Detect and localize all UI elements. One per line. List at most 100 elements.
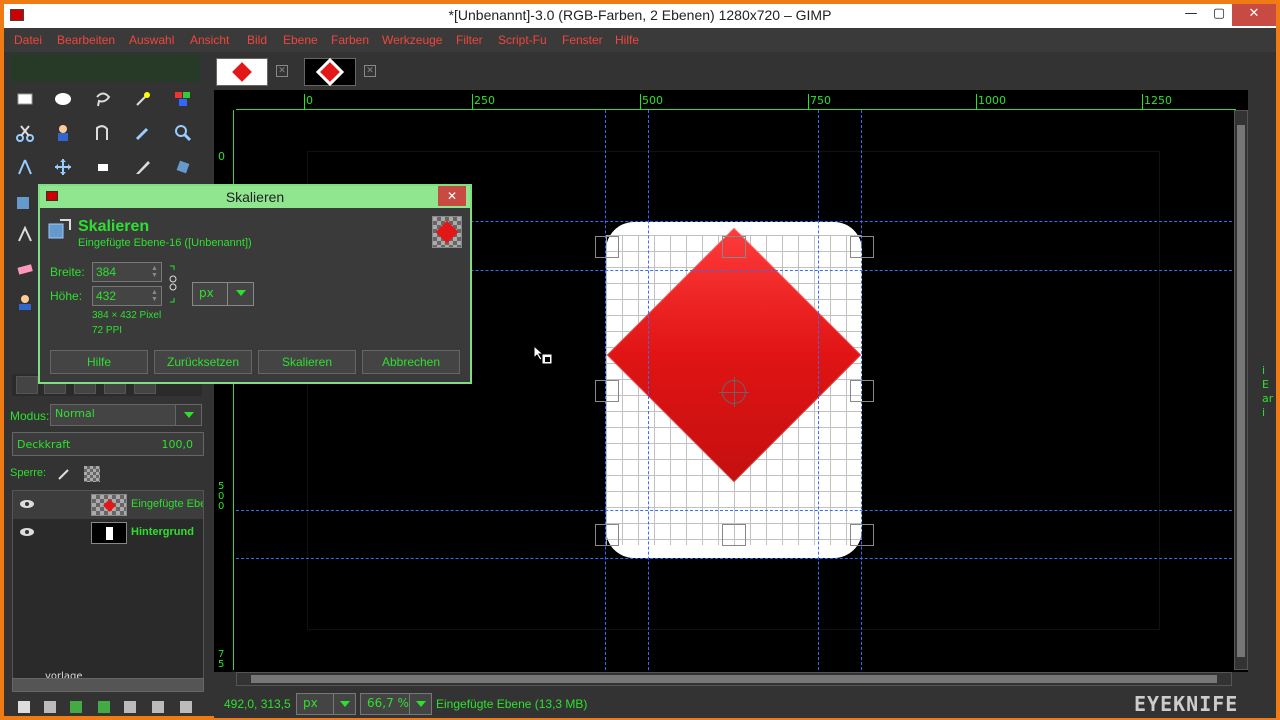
crop-tool[interactable]: [130, 154, 156, 180]
eye-icon[interactable]: [19, 527, 35, 537]
ellipse-select-icon: [55, 93, 71, 105]
ppi-info: 72 PPI: [92, 325, 123, 336]
dialog-title-bar[interactable]: Skalieren ✕: [40, 186, 470, 208]
scale-handle[interactable]: [595, 380, 619, 402]
menu-ebene[interactable]: Ebene: [283, 33, 318, 47]
minimize-button[interactable]: —: [1178, 4, 1204, 26]
menu-hilfe[interactable]: Hilfe: [615, 33, 639, 47]
size-info: 384 × 432 Pixel: [92, 310, 162, 321]
horizontal-ruler[interactable]: 0 250 500 750 1000 1250: [236, 92, 1236, 110]
lasso-tool[interactable]: [90, 86, 116, 112]
image-tab-1[interactable]: [216, 58, 268, 86]
eyedropper-icon: [135, 127, 149, 141]
measure-tool[interactable]: [12, 154, 38, 180]
opacity-slider[interactable]: Deckkraft 100,0: [12, 432, 204, 456]
height-input[interactable]: 432 ▲ ▼: [92, 286, 162, 306]
lower-layer-icon[interactable]: [98, 701, 110, 713]
spin-arrows-icon[interactable]: ▲ ▼: [151, 265, 159, 279]
help-button[interactable]: Hilfe: [50, 350, 148, 374]
layer-list: Eingefügte Ebene-16 Hintergrund vorlage: [12, 490, 204, 692]
menu-werkzeuge[interactable]: Werkzeuge: [382, 33, 442, 47]
new-layer-icon[interactable]: [18, 701, 30, 713]
move-tool[interactable]: [50, 154, 76, 180]
scale-tool[interactable]: [12, 188, 38, 214]
dock-tab-tool-options[interactable]: [16, 376, 38, 394]
rotate-icon: [176, 160, 190, 174]
brush-lock-icon[interactable]: [56, 466, 72, 482]
close-icon[interactable]: ✕: [364, 65, 376, 77]
eraser-tool[interactable]: [12, 256, 38, 282]
window-title: *[Unbenannt]-3.0 (RGB-Farben, 2 Ebenen) …: [448, 7, 832, 23]
menu-farben[interactable]: Farben: [331, 33, 369, 47]
menu-ansicht[interactable]: Ansicht: [190, 33, 229, 47]
dialog-subtitle: Eingefügte Ebene-16 ([Unbenannt]): [78, 237, 252, 249]
cancel-button[interactable]: Abbrechen: [362, 350, 460, 374]
menu-bild[interactable]: Bild: [247, 33, 267, 47]
zoom-select[interactable]: 66,7 %: [360, 693, 432, 715]
scale-handle[interactable]: [722, 524, 746, 546]
scale-handle[interactable]: [850, 524, 874, 546]
scale-button[interactable]: Skalieren: [258, 350, 356, 374]
anchor-layer-icon[interactable]: [152, 701, 164, 713]
select-by-color-tool[interactable]: [170, 86, 196, 112]
unit-select[interactable]: px: [296, 693, 356, 715]
layer-group-icon[interactable]: [44, 701, 56, 713]
chevron-down-icon: [227, 283, 253, 305]
layer-row[interactable]: Hintergrund: [13, 519, 203, 547]
menu-auswahl[interactable]: Auswahl: [129, 33, 174, 47]
ellipse-select-tool[interactable]: [50, 86, 76, 112]
spin-arrows-icon[interactable]: ▲ ▼: [151, 289, 159, 303]
center-crosshair[interactable]: [719, 377, 749, 407]
diamond-thumbnail: [320, 62, 340, 82]
scale-handle[interactable]: [850, 236, 874, 258]
image-tab-2[interactable]: [304, 58, 356, 86]
chain-link-icon[interactable]: [168, 264, 178, 304]
eye-icon[interactable]: [19, 499, 35, 509]
menu-datei[interactable]: Datei: [14, 33, 42, 47]
zoom-tool[interactable]: [170, 120, 196, 146]
unit-select[interactable]: px: [192, 282, 254, 306]
rotate-tool[interactable]: [170, 154, 196, 180]
align-tool[interactable]: [90, 154, 116, 180]
ruler-label: 750: [810, 94, 831, 107]
color-picker-tool[interactable]: [130, 120, 156, 146]
mode-select[interactable]: Normal: [50, 404, 202, 426]
magic-wand-icon: [136, 92, 150, 106]
maximize-button[interactable]: ▢: [1206, 4, 1232, 26]
menu-bar: Datei Bearbeiten Auswahl Ansicht Bild Eb…: [4, 28, 1276, 52]
menu-fenster[interactable]: Fenster: [562, 33, 603, 47]
scale-handle[interactable]: [595, 236, 619, 258]
menu-bearbeiten[interactable]: Bearbeiten: [57, 33, 115, 47]
clone-tool[interactable]: [12, 290, 38, 316]
raise-layer-icon[interactable]: [70, 701, 82, 713]
diamond-thumbnail: [232, 62, 252, 82]
scissors-tool[interactable]: [12, 120, 38, 146]
menu-script-fu[interactable]: Script-Fu: [498, 33, 547, 47]
rect-select-tool[interactable]: [12, 86, 38, 112]
horizontal-scrollbar[interactable]: [236, 672, 1232, 686]
text-tool[interactable]: [12, 222, 38, 248]
duplicate-layer-icon[interactable]: [124, 701, 136, 713]
reset-button[interactable]: Zurücksetzen: [154, 350, 252, 374]
offscreen-text: i E ar i: [1262, 364, 1274, 419]
scale-handle[interactable]: [595, 524, 619, 546]
opacity-label: Deckkraft: [17, 438, 71, 451]
cursor-coordinates: 492,0, 313,5: [224, 697, 291, 711]
delete-layer-icon[interactable]: [180, 701, 192, 713]
paths-icon: [96, 125, 108, 140]
dialog-close-button[interactable]: ✕: [438, 186, 466, 206]
fuzzy-select-tool[interactable]: [130, 86, 156, 112]
close-icon[interactable]: ✕: [276, 65, 288, 77]
width-input[interactable]: 384 ▲ ▼: [92, 262, 162, 282]
menu-filter[interactable]: Filter: [456, 33, 483, 47]
close-window-button[interactable]: ✕: [1232, 4, 1276, 26]
scale-handle[interactable]: [850, 380, 874, 402]
layers-scrollbar[interactable]: [12, 678, 204, 692]
vertical-scrollbar[interactable]: [1234, 110, 1248, 670]
unit-value: px: [199, 286, 214, 300]
paths-tool[interactable]: [90, 120, 116, 146]
scale-handle[interactable]: [722, 236, 746, 258]
foreground-select-tool[interactable]: [50, 120, 76, 146]
alpha-lock-icon[interactable]: [84, 466, 100, 482]
layer-row[interactable]: Eingefügte Ebene-16: [13, 491, 203, 519]
